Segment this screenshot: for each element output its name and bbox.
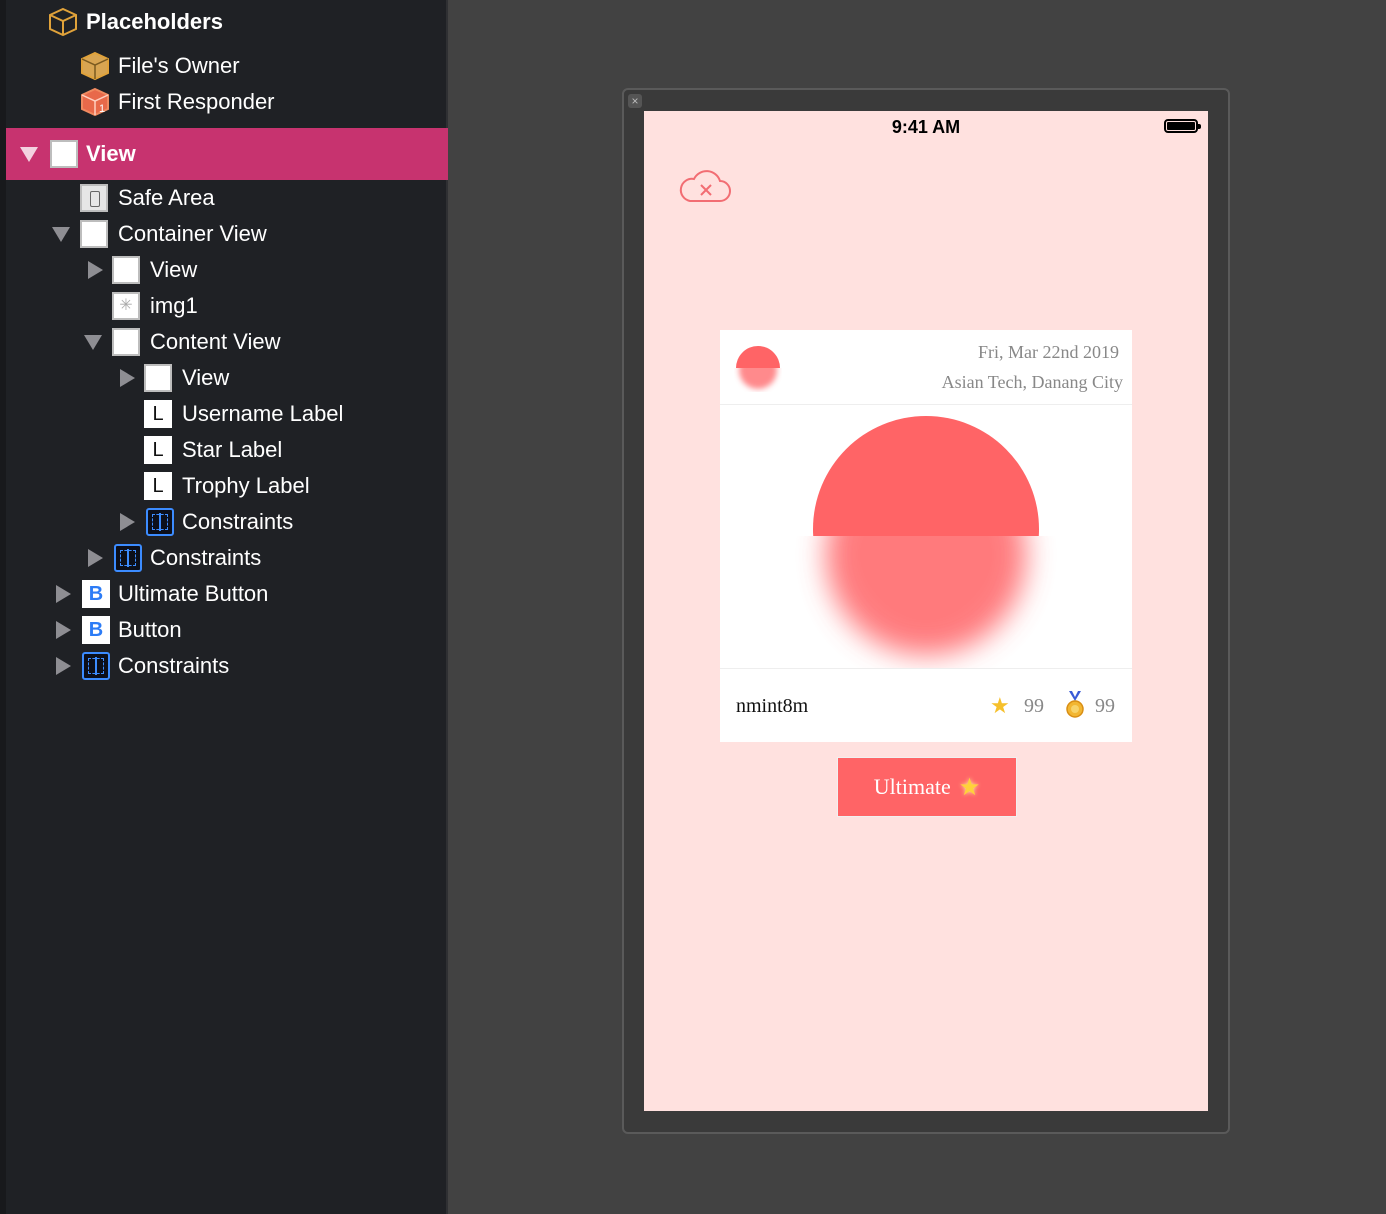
medal-icon <box>1066 691 1084 718</box>
outline-item-content-constraints[interactable]: Constraints <box>118 504 438 540</box>
avatar <box>736 346 780 389</box>
post-location: Asian Tech, Danang City <box>941 372 1123 392</box>
outline-label: Content View <box>150 329 281 354</box>
view-icon <box>112 328 140 356</box>
post-date: Fri, Mar 22nd 2019 <box>978 342 1119 362</box>
outline-label: Safe Area <box>118 185 215 210</box>
outline-item-content-child-view[interactable]: View <box>118 360 438 396</box>
outline-item-content-view[interactable]: Content View <box>84 324 444 360</box>
post-card: Fri, Mar 22nd 2019 Asian Tech, Danang Ci… <box>720 330 1132 742</box>
disclosure-closed-icon[interactable] <box>120 369 135 387</box>
outline-label: img1 <box>150 293 198 318</box>
placeholder-cube-icon <box>49 7 77 37</box>
disclosure-closed-icon[interactable] <box>88 261 103 279</box>
disclosure-open-icon[interactable] <box>20 147 38 162</box>
outline-item-files-owner[interactable]: File's Owner <box>80 48 440 84</box>
outline-label: View <box>182 365 230 390</box>
disclosure-closed-icon[interactable] <box>120 513 135 531</box>
cloud-error-icon[interactable] <box>678 169 732 205</box>
username-label: nmint8m <box>736 695 809 717</box>
ultimate-button-label: Ultimate <box>873 774 951 799</box>
safe-area-icon <box>80 184 108 212</box>
view-icon <box>80 220 108 248</box>
disclosure-closed-icon[interactable] <box>56 657 71 675</box>
constraints-icon <box>114 544 142 572</box>
ultimate-button[interactable]: Ultimate ★ <box>837 757 1017 817</box>
outline-item-container-view[interactable]: Container View <box>52 216 442 252</box>
view-icon <box>50 140 78 168</box>
trophy-count-label: 99 <box>1095 695 1115 717</box>
label-icon: L <box>144 436 172 464</box>
outline-item-ultimate-button[interactable]: B Ultimate Button <box>54 576 444 612</box>
status-bar-time: 9:41 AM <box>891 117 961 137</box>
outline-item-username-label[interactable]: L Username Label <box>144 396 444 432</box>
outline-label: View <box>150 257 198 282</box>
outline-item-button[interactable]: B Button <box>54 612 444 648</box>
outline-label: Trophy Label <box>182 473 310 498</box>
outline-item-star-label[interactable]: L Star Label <box>144 432 444 468</box>
star-icon: ★ <box>958 774 981 801</box>
disclosure-open-icon[interactable] <box>84 335 102 350</box>
hero-image <box>813 416 1039 655</box>
outline-item-container-constraints[interactable]: Constraints <box>86 540 446 576</box>
outline-item-first-responder[interactable]: 1 First Responder <box>80 84 440 120</box>
view-icon <box>144 364 172 392</box>
outline-item-safe-area[interactable]: Safe Area <box>80 180 440 216</box>
outline-item-placeholders[interactable]: Placeholders <box>48 4 448 40</box>
outline-label: Container View <box>118 221 267 246</box>
outline-item-trophy-label[interactable]: L Trophy Label <box>144 468 444 504</box>
label-icon: L <box>144 472 172 500</box>
label-icon: L <box>144 400 172 428</box>
close-icon[interactable]: × <box>628 94 642 108</box>
battery-icon <box>1164 119 1201 133</box>
outline-label: Constraints <box>118 653 230 678</box>
card-header: Fri, Mar 22nd 2019 Asian Tech, Danang Ci… <box>720 330 1132 405</box>
outline-label: Star Label <box>182 437 283 462</box>
constraints-icon <box>146 508 174 536</box>
image-view-icon: ✳ <box>112 292 140 320</box>
device-screen[interactable]: 9:41 AM Fri, Mar 22nd 2019 Asian Tech, D… <box>644 111 1208 1111</box>
outline-label: Button <box>118 617 182 642</box>
outline-label: Constraints <box>150 545 262 570</box>
star-count-label: 99 <box>1024 695 1044 717</box>
outline-edge <box>0 0 6 1214</box>
outline-label: File's Owner <box>118 53 240 78</box>
first-responder-badge: 1 <box>99 103 105 115</box>
view-icon <box>112 256 140 284</box>
disclosure-closed-icon[interactable] <box>88 549 103 567</box>
disclosure-open-icon[interactable] <box>52 227 70 242</box>
files-owner-cube-icon <box>81 51 109 81</box>
outline-item-view-constraints[interactable]: Constraints <box>54 648 444 684</box>
button-icon: B <box>82 616 110 644</box>
outline-item-img1[interactable]: ✳ img1 <box>112 288 442 324</box>
first-responder-cube-icon: 1 <box>81 87 109 117</box>
constraints-icon <box>82 652 110 680</box>
button-icon: B <box>82 580 110 608</box>
star-icon: ★ <box>990 693 1010 718</box>
outline-label: Ultimate Button <box>118 581 269 606</box>
outline-item-view-selected[interactable]: View <box>6 128 448 180</box>
outline-label: First Responder <box>118 89 275 114</box>
outline-item-container-child-view[interactable]: View <box>86 252 446 288</box>
disclosure-closed-icon[interactable] <box>56 621 71 639</box>
document-outline: Placeholders File's Owner 1 First Respon… <box>0 0 448 1214</box>
outline-label: Username Label <box>182 401 344 426</box>
card-footer: nmint8m ★ 99 99 <box>720 668 1132 743</box>
outline-label: View <box>86 141 136 166</box>
outline-label: Constraints <box>182 509 294 534</box>
outline-label: Placeholders <box>86 9 223 34</box>
disclosure-closed-icon[interactable] <box>56 585 71 603</box>
